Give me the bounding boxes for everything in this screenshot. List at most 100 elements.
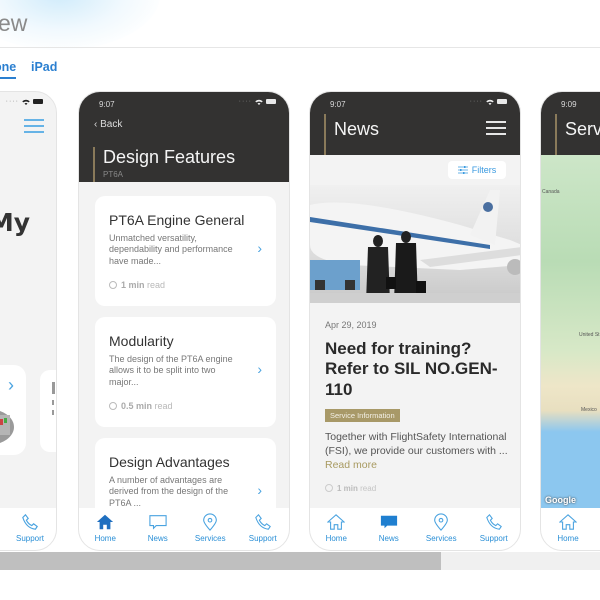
card-description: A number of advantages are derived from …: [109, 475, 229, 508]
chevron-right-icon: ›: [257, 240, 262, 256]
status-bar: 9:07 ····: [310, 92, 520, 112]
tab-ipad[interactable]: iPad: [31, 60, 57, 74]
feature-card[interactable]: PT6A Engine General Unmatched versatilit…: [95, 196, 276, 306]
signal-icon: ····: [469, 98, 483, 105]
title-accent-bar: [555, 114, 557, 155]
tab-ipad-label: iPad: [31, 60, 58, 74]
title-divider: [0, 47, 600, 48]
tab-iphone[interactable]: one: [0, 60, 17, 79]
feature-card[interactable]: Modularity The design of the PT6A engine…: [95, 317, 276, 427]
tab-bar: Home: [541, 508, 600, 550]
card-description: Unmatched versatility, dependability and…: [109, 233, 233, 266]
filters-label: Filters: [471, 165, 497, 175]
tabbar-home[interactable]: Home: [312, 513, 360, 543]
scrollbar-thumb[interactable]: [0, 552, 441, 570]
home-icon: [97, 514, 114, 530]
battery-icon: [266, 99, 276, 104]
signal-icon: ····: [238, 98, 252, 105]
screen-title: Design Features: [103, 147, 236, 167]
chat-icon: [149, 515, 167, 530]
engine-card[interactable]: ›: [0, 365, 26, 455]
article-image[interactable]: [310, 185, 520, 303]
home-heading: My: [0, 208, 30, 237]
tabbar-support[interactable]: Support: [470, 513, 518, 543]
tabbar-label: Home: [557, 534, 579, 543]
phone-icon: [22, 513, 38, 530]
tabbar-label: Support: [15, 534, 45, 543]
map-label: United St: [579, 332, 600, 338]
article-summary: Together with FlightSafety International…: [325, 431, 508, 472]
tabbar-support[interactable]: Support: [239, 513, 287, 543]
map-view[interactable]: Canada United St Mexico Google: [541, 155, 600, 510]
map-attribution: Google: [545, 495, 576, 505]
back-label: Back: [100, 119, 123, 130]
tabbar-news[interactable]: News: [365, 513, 413, 543]
tabbar-services[interactable]: Services: [417, 513, 465, 543]
tabbar-news[interactable]: News: [134, 513, 182, 543]
title-accent-bar: [324, 114, 326, 155]
tabbar-label: Home: [94, 534, 116, 543]
tabbar-home[interactable]: Home: [81, 513, 129, 543]
screenshot-news[interactable]: 9:07 ···· News Filters Apr 29, 2019 Need…: [309, 91, 521, 551]
status-bar: ····: [0, 92, 56, 112]
title-accent-bar: [93, 147, 95, 182]
chevron-right-icon: ›: [8, 375, 14, 395]
partial-card[interactable]: [40, 370, 56, 452]
read-more-link[interactable]: Read more: [325, 459, 377, 471]
tab-bar: Support: [0, 508, 56, 550]
wifi-icon: [22, 99, 30, 105]
card-title: PT6A Engine General: [109, 212, 245, 228]
read-time: 1 min read: [325, 484, 376, 493]
clock-icon: [109, 281, 117, 289]
wifi-icon: [255, 99, 263, 105]
tabbar-home[interactable]: Home: [544, 513, 592, 543]
category-badge: Service Information: [325, 409, 400, 422]
status-time: 9:07: [330, 100, 346, 109]
chevron-right-icon: ›: [257, 482, 262, 498]
battery-icon: [33, 99, 43, 104]
screen-title: News: [334, 119, 380, 139]
clock-icon: [109, 402, 117, 410]
map-label: Mexico: [581, 407, 597, 413]
battery-icon: [497, 99, 507, 104]
active-tab-underline: [0, 77, 17, 79]
page-title: ew: [0, 10, 28, 36]
signal-icon: ····: [5, 98, 19, 105]
back-button[interactable]: ‹ Back: [94, 119, 122, 130]
tabbar-label: Services: [194, 534, 226, 543]
tabbar-label: Services: [425, 534, 457, 543]
status-bar: 9:07 ····: [79, 92, 289, 112]
card-title: Modularity: [109, 333, 174, 349]
tabbar-label: Home: [325, 534, 347, 543]
screenshot-carousel[interactable]: ···· My › Support: [0, 88, 600, 554]
tab-bar: Home News Services Support: [310, 508, 520, 550]
location-pin-icon: [203, 513, 218, 531]
home-icon: [559, 514, 577, 530]
tabbar-support[interactable]: Support: [4, 513, 56, 543]
clock-icon: [325, 484, 333, 492]
status-bar: 9:09: [541, 92, 600, 112]
menu-icon[interactable]: [486, 121, 506, 139]
sliders-icon: [457, 166, 468, 174]
card-title: Design Advantages: [109, 454, 230, 470]
tabbar-services[interactable]: Services: [186, 513, 234, 543]
screenshot-design-features[interactable]: 9:07 ···· ‹ Back Design Features PT6A PT…: [78, 91, 290, 551]
chevron-right-icon: ›: [257, 361, 262, 377]
menu-icon[interactable]: [24, 119, 44, 137]
article-headline[interactable]: Need for training? Refer to SIL NO.GEN-1…: [325, 339, 510, 400]
tabbar-label: Support: [479, 534, 508, 543]
wifi-icon: [486, 99, 494, 105]
chat-icon: [380, 515, 397, 529]
map-label: Canada: [542, 189, 560, 195]
filters-button[interactable]: Filters: [448, 161, 506, 179]
screen-subtitle: PT6A: [103, 170, 124, 179]
phone-icon: [254, 513, 271, 530]
screen-title: Serv: [565, 119, 600, 139]
status-time: 9:09: [561, 100, 577, 109]
read-time: 1 min read: [109, 280, 165, 290]
phone-icon: [485, 513, 502, 530]
tab-bar: Home News Services Support: [79, 508, 289, 550]
screenshot-services[interactable]: 9:09 Serv Canada United St Mexico Google…: [540, 91, 600, 551]
tabbar-label: News: [147, 534, 168, 543]
screenshot-home[interactable]: ···· My › Support: [0, 91, 57, 551]
